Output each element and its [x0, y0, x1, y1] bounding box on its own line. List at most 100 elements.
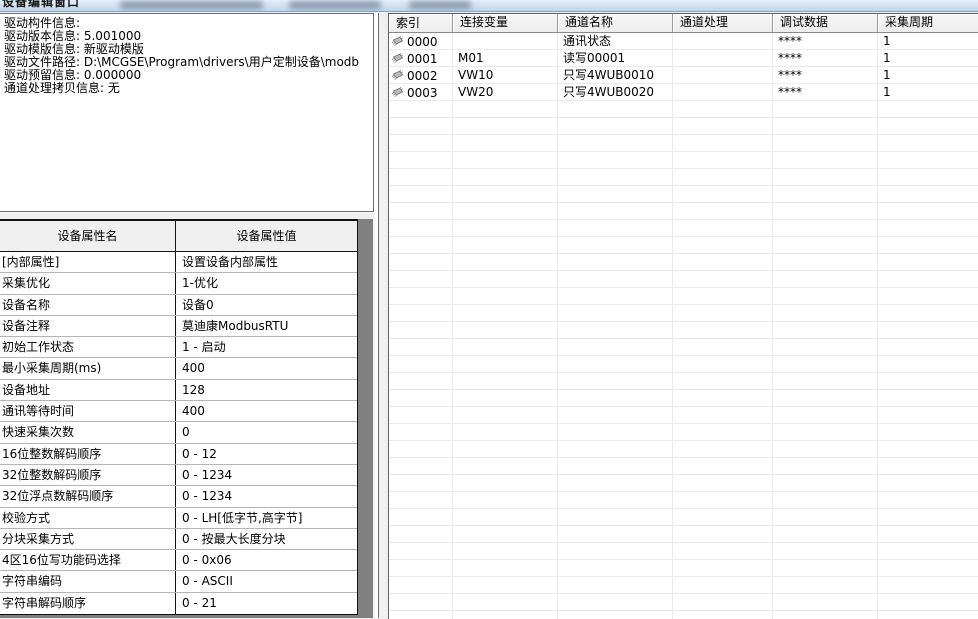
channel-debug-cell[interactable]: ****	[773, 84, 878, 101]
property-row[interactable]: 采集优化1-优化	[0, 273, 357, 294]
channel-period-cell[interactable]: 1	[878, 33, 978, 50]
property-value-cell[interactable]: 0	[176, 422, 357, 442]
channel-name-cell[interactable]: 读写00001	[558, 50, 673, 67]
property-row[interactable]: 字符串编码0 - ASCII	[0, 571, 357, 592]
channel-list-panel: 索引 连接变量 通道名称 通道处理 调试数据 采集周期 0000 通讯状态 ****…	[388, 13, 978, 619]
column-header-channel-name[interactable]: 通道名称	[558, 14, 673, 32]
channel-debug-cell[interactable]: ****	[773, 50, 878, 67]
property-name-cell: 设备注释	[0, 316, 176, 336]
column-header-channel-process[interactable]: 通道处理	[673, 14, 773, 32]
property-row[interactable]: 最小采集周期(ms)400	[0, 358, 357, 379]
property-row[interactable]: 字符串解码顺序0 - 21	[0, 593, 357, 614]
column-header-index[interactable]: 索引	[389, 14, 453, 32]
property-name-cell: 采集优化	[0, 273, 176, 293]
property-row[interactable]: 设备地址128	[0, 380, 357, 401]
channel-list-body: 0000通讯状态****1 0001M01读写00001****1 0002VW…	[389, 33, 978, 619]
property-name-cell: 32位整数解码顺序	[0, 465, 176, 485]
channel-debug-cell[interactable]: ****	[773, 33, 878, 50]
driver-info-panel: 驱动构件信息:驱动版本信息: 5.001000驱动模版信息: 新驱动模版驱动文件…	[0, 13, 374, 212]
channel-index-cell[interactable]: 0002	[389, 67, 453, 84]
property-value-cell[interactable]: 设置设备内部属性	[176, 252, 357, 272]
property-panel: 设备属性名 设备属性值 [内部属性]设置设备内部属性采集优化1-优化设备名称设备…	[0, 219, 375, 618]
property-name-header: 设备属性名	[0, 221, 176, 251]
property-value-cell[interactable]: 设备0	[176, 295, 357, 315]
channel-variable-cell[interactable]: VW20	[453, 84, 558, 101]
channel-variable-cell[interactable]	[453, 33, 558, 50]
property-value-cell[interactable]: 0 - 1234	[176, 486, 357, 506]
property-row[interactable]: 通讯等待时间400	[0, 401, 357, 422]
window-title: 设备编辑窗口	[2, 0, 80, 11]
property-value-cell[interactable]: 莫迪康ModbusRTU	[176, 316, 357, 336]
channel-row[interactable]: 0000 通讯状态 ****1	[389, 33, 978, 50]
column-header-collect-period[interactable]: 采集周期	[878, 14, 978, 32]
property-row[interactable]: 16位整数解码顺序0 - 12	[0, 444, 357, 465]
property-row[interactable]: 4区16位写功能码选择0 - 0x06	[0, 550, 357, 571]
channel-process-cell[interactable]	[673, 84, 773, 101]
property-value-cell[interactable]: 1 - 启动	[176, 337, 357, 357]
property-name-cell: 字符串解码顺序	[0, 593, 176, 614]
channel-list-header: 索引 连接变量 通道名称 通道处理 调试数据 采集周期	[389, 14, 978, 33]
channel-name-cell[interactable]: 通讯状态	[558, 33, 673, 50]
window-titlebar[interactable]: 设备编辑窗口	[0, 0, 978, 12]
channel-index-cell[interactable]: 0000	[389, 33, 453, 50]
property-name-cell: 校验方式	[0, 508, 176, 528]
property-table: 设备属性名 设备属性值 [内部属性]设置设备内部属性采集优化1-优化设备名称设备…	[0, 219, 358, 615]
property-row[interactable]: 设备注释莫迪康ModbusRTU	[0, 316, 357, 337]
property-row[interactable]: 分块采集方式0 - 按最大长度分块	[0, 529, 357, 550]
channel-process-cell[interactable]	[673, 50, 773, 67]
chip-icon	[391, 53, 404, 64]
channel-index-cell[interactable]: 0001	[389, 50, 453, 67]
property-value-cell[interactable]: 0 - 1234	[176, 465, 357, 485]
channel-variable-cell[interactable]: M01	[453, 50, 558, 67]
property-table-header: 设备属性名 设备属性值	[0, 221, 357, 252]
property-row[interactable]: 设备名称设备0	[0, 295, 357, 316]
driver-info-line: 通道处理拷贝信息: 无	[4, 82, 369, 95]
property-name-cell: 4区16位写功能码选择	[0, 550, 176, 570]
property-row[interactable]: [内部属性]设置设备内部属性	[0, 252, 357, 273]
property-value-cell[interactable]: 400	[176, 401, 357, 421]
property-row[interactable]: 32位整数解码顺序0 - 1234	[0, 465, 357, 486]
property-value-cell[interactable]: 128	[176, 380, 357, 400]
channel-index: 0003	[407, 85, 438, 101]
property-value-cell[interactable]: 0 - 21	[176, 593, 357, 614]
property-name-cell: 初始工作状态	[0, 337, 176, 357]
channel-variable-cell[interactable]: VW10	[453, 67, 558, 84]
property-name-cell: 字符串编码	[0, 571, 176, 591]
property-name-cell: 通讯等待时间	[0, 401, 176, 421]
chip-icon	[391, 87, 404, 98]
channel-period-cell[interactable]: 1	[878, 84, 978, 101]
property-value-cell[interactable]: 0 - 12	[176, 444, 357, 464]
channel-row[interactable]: 0001M01读写00001 ****1	[389, 50, 978, 67]
channel-process-cell[interactable]	[673, 33, 773, 50]
chip-icon	[391, 36, 404, 47]
channel-debug-cell[interactable]: ****	[773, 67, 878, 84]
property-row[interactable]: 校验方式0 - LH[低字节,高字节]	[0, 508, 357, 529]
chip-icon	[391, 70, 404, 81]
property-row[interactable]: 32位浮点数解码顺序0 - 1234	[0, 486, 357, 507]
blurred-text-block	[409, 1, 471, 9]
property-name-cell: 分块采集方式	[0, 529, 176, 549]
property-value-cell[interactable]: 0 - LH[低字节,高字节]	[176, 508, 357, 528]
property-row[interactable]: 快速采集次数0	[0, 422, 357, 443]
property-value-cell[interactable]: 0 - 按最大长度分块	[176, 529, 357, 549]
driver-info-text: 驱动构件信息:驱动版本信息: 5.001000驱动模版信息: 新驱动模版驱动文件…	[4, 17, 369, 95]
channel-index-cell[interactable]: 0003	[389, 84, 453, 101]
property-value-cell[interactable]: 0 - 0x06	[176, 550, 357, 570]
channel-process-cell[interactable]	[673, 67, 773, 84]
property-value-cell[interactable]: 0 - ASCII	[176, 571, 357, 591]
property-value-cell[interactable]: 400	[176, 358, 357, 378]
property-value-cell[interactable]: 1-优化	[176, 273, 357, 293]
channel-row[interactable]: 0003 VW20只写4WUB0020 ****1	[389, 84, 978, 101]
vertical-splitter[interactable]	[375, 13, 388, 618]
channel-period-cell[interactable]: 1	[878, 50, 978, 67]
property-name-cell: 设备地址	[0, 380, 176, 400]
property-row[interactable]: 初始工作状态1 - 启动	[0, 337, 357, 358]
channel-name-cell[interactable]: 只写4WUB0020	[558, 84, 673, 101]
channel-row[interactable]: 0002VW10只写4WUB0010 ****1	[389, 67, 978, 84]
column-header-variable[interactable]: 连接变量	[453, 14, 558, 32]
column-header-debug-data[interactable]: 调试数据	[773, 14, 878, 32]
property-name-cell: 16位整数解码顺序	[0, 444, 176, 464]
channel-period-cell[interactable]: 1	[878, 67, 978, 84]
property-name-cell: 设备名称	[0, 295, 176, 315]
channel-name-cell[interactable]: 只写4WUB0010	[558, 67, 673, 84]
